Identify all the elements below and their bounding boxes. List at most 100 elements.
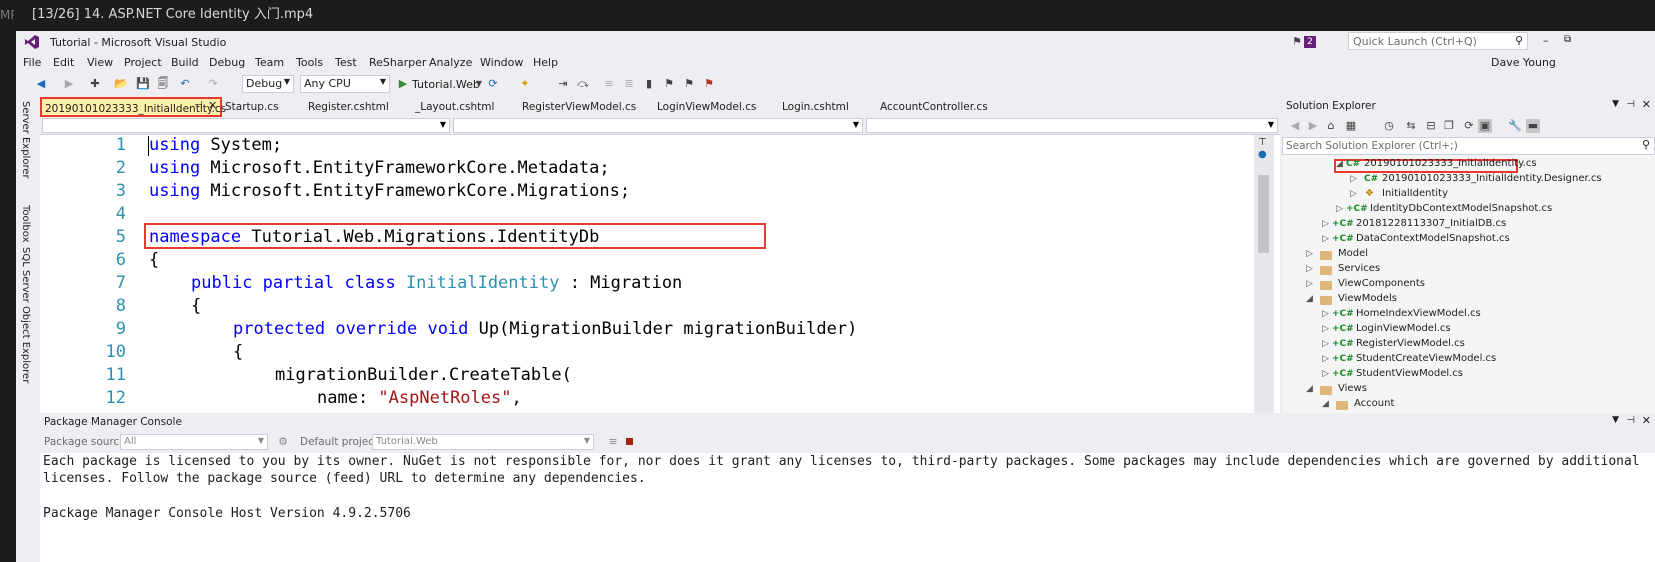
toolbox-tab[interactable]: Toolbox <box>20 205 31 243</box>
next-bookmark-icon[interactable]: ⚑ <box>682 77 696 91</box>
line-number: 10 <box>105 342 126 362</box>
show-all-files-icon[interactable]: ❐ <box>1442 119 1456 133</box>
default-project-select[interactable]: Tutorial.Web ▼ <box>372 434 594 450</box>
collapse-icon[interactable]: ▬ <box>1526 119 1540 133</box>
uncomment-icon[interactable]: ≣ <box>622 77 636 91</box>
project-dropdown[interactable]: ▼ <box>42 118 450 133</box>
chevron-down-icon[interactable]: ▼ <box>1612 99 1619 109</box>
properties-icon[interactable]: 🔧 <box>1508 119 1522 133</box>
menu-file[interactable]: File <box>23 56 41 69</box>
tab-register-cshtml[interactable]: Register.cshtml <box>308 101 389 113</box>
menu-team[interactable]: Team <box>255 56 284 69</box>
minimize-icon[interactable]: – <box>1543 34 1549 47</box>
forward-icon[interactable]: ▶ <box>62 77 76 91</box>
restore-icon[interactable]: ⧉ <box>1564 34 1571 45</box>
switch-views-icon[interactable]: ▦ <box>1344 119 1358 133</box>
step-over-icon[interactable]: ⤼ <box>576 77 590 91</box>
tab-account-controller[interactable]: AccountController.cs <box>880 101 988 113</box>
sql-server-object-explorer-tab[interactable]: SQL Server Object Explorer <box>20 247 31 383</box>
menu-resharper[interactable]: ReSharper <box>369 56 426 69</box>
comment-icon[interactable]: ≡ <box>602 77 616 91</box>
user-name[interactable]: Dave Young <box>1491 56 1556 69</box>
close-tab-icon[interactable]: ✕ <box>208 99 217 112</box>
chevron-down-icon: ▼ <box>439 120 446 129</box>
undo-icon[interactable]: ↶ <box>178 77 192 91</box>
type-dropdown[interactable]: ▼ <box>453 118 863 133</box>
menu-debug[interactable]: Debug <box>209 56 245 69</box>
editor-vertical-scrollbar[interactable]: ⊤ ● <box>1254 135 1274 413</box>
code-line-2: using Microsoft.EntityFrameworkCore.Meta… <box>149 158 610 178</box>
redo-icon[interactable]: ↷ <box>206 77 220 91</box>
split-icon[interactable]: ⊤ <box>1258 137 1267 148</box>
menu-analyze[interactable]: Analyze <box>429 56 472 69</box>
pending-changes-icon[interactable]: ◷ <box>1382 119 1396 133</box>
refresh-icon[interactable]: ⟳ <box>486 77 500 91</box>
quick-launch-placeholder: Quick Launch (Ctrl+Q) <box>1353 35 1477 48</box>
sync-icon[interactable]: ⇆ <box>1404 119 1418 133</box>
prev-bookmark-icon[interactable]: ⚑ <box>662 77 676 91</box>
line-number: 1 <box>115 135 126 155</box>
folder-icon <box>1320 386 1332 395</box>
step-icon[interactable]: ⇥ <box>556 77 570 91</box>
solution-platform-select[interactable]: Any CPU ▼ <box>300 75 390 93</box>
bookmark-icon[interactable]: ▮ <box>642 77 656 91</box>
tab-startup[interactable]: Startup.cs <box>225 101 279 113</box>
menu-build[interactable]: Build <box>171 56 199 69</box>
menu-tools[interactable]: Tools <box>296 56 323 69</box>
solution-explorer-search-input[interactable]: Search Solution Explorer (Ctrl+;) ⚲ <box>1282 137 1655 155</box>
solution-configuration-select[interactable]: Debug ▼ <box>242 75 294 93</box>
package-manager-console-output[interactable]: Each package is licensed to you by its o… <box>40 453 1655 562</box>
settings-gear-icon[interactable]: ⚙ <box>276 435 290 449</box>
notification-flag-icon[interactable]: ⚑ <box>1292 35 1302 48</box>
browser-link-icon[interactable]: ✦ <box>518 77 532 91</box>
new-project-icon[interactable]: ✚ <box>88 77 102 91</box>
pin-tab-icon[interactable]: ⊣ <box>194 100 203 111</box>
forward-icon[interactable]: ▶ <box>1306 119 1320 133</box>
collapse-all-icon[interactable]: ⊟ <box>1424 119 1438 133</box>
menu-project[interactable]: Project <box>124 56 162 69</box>
line-number: 5 <box>115 227 126 247</box>
chevron-down-icon[interactable]: ▼ <box>472 77 486 91</box>
menu-help[interactable]: Help <box>533 56 558 69</box>
document-tab-well: 20190101023333_InitialIdentity.cs ⊣ ✕ St… <box>40 97 1280 117</box>
package-source-value: All <box>124 436 137 447</box>
search-icon: ⚲ <box>1514 34 1523 47</box>
pin-icon[interactable]: ⊣ <box>1626 415 1635 426</box>
back-icon[interactable]: ◀ <box>34 77 48 91</box>
start-target-label[interactable]: Tutorial.Web <box>412 78 480 91</box>
code-line-7: public partial class InitialIdentity : M… <box>191 273 682 293</box>
preview-icon[interactable]: ▣ <box>1478 119 1492 133</box>
menu-test[interactable]: Test <box>335 56 357 69</box>
tab-login-view-model[interactable]: LoginViewModel.cs <box>657 101 756 113</box>
tab-login-cshtml[interactable]: Login.cshtml <box>782 101 849 113</box>
clear-bookmarks-icon[interactable]: ⚑ <box>702 77 716 91</box>
pin-icon[interactable]: ⊣ <box>1626 99 1635 110</box>
close-icon[interactable]: ✕ <box>1642 414 1651 427</box>
stop-icon[interactable] <box>626 438 633 445</box>
package-source-select[interactable]: All ▼ <box>120 434 268 450</box>
back-icon[interactable]: ◀ <box>1288 119 1302 133</box>
scrollbar-thumb[interactable] <box>1258 175 1269 253</box>
collapsed-arrow-icon: ▷ <box>1350 174 1357 184</box>
clear-console-icon[interactable]: ≡ <box>606 435 620 449</box>
home-icon[interactable]: ⌂ <box>1324 119 1338 133</box>
code-editor[interactable]: 1 2 3 4 5 6 7 8 9 10 11 12 using System;… <box>40 135 1280 413</box>
save-all-icon[interactable]: 🗐 <box>156 77 170 91</box>
refresh-icon[interactable]: ⟳ <box>1462 119 1476 133</box>
open-file-icon[interactable]: 📂 <box>114 77 128 91</box>
solution-explorer-title: Solution Explorer <box>1286 100 1376 112</box>
server-explorer-tab[interactable]: Server Explorer <box>20 101 31 179</box>
tab-layout[interactable]: _Layout.cshtml <box>415 101 494 113</box>
member-dropdown[interactable]: ▼ <box>866 118 1278 133</box>
start-debugging-icon[interactable]: ▶ <box>396 77 410 91</box>
tree-item-label: Services <box>1338 263 1381 274</box>
save-icon[interactable]: 💾 <box>136 77 150 91</box>
solution-tree: ◢ C# 20190101023333_InitialIdentity.cs ▷ C#… <box>1282 155 1655 413</box>
chevron-down-icon[interactable]: ▼ <box>1612 415 1619 425</box>
menu-view[interactable]: View <box>87 56 113 69</box>
close-icon[interactable]: ✕ <box>1642 98 1651 111</box>
menu-edit[interactable]: Edit <box>53 56 74 69</box>
quick-launch-input[interactable]: Quick Launch (Ctrl+Q) ⚲ <box>1348 32 1528 50</box>
tab-register-view-model[interactable]: RegisterViewModel.cs <box>522 101 636 113</box>
menu-window[interactable]: Window <box>480 56 523 69</box>
